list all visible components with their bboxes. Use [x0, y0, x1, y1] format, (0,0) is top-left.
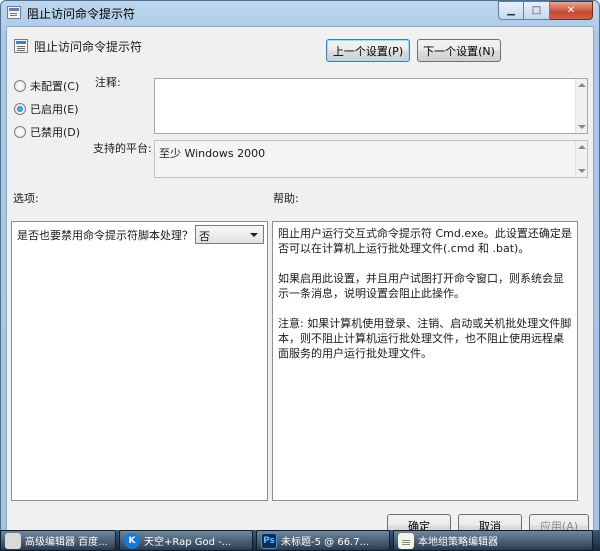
comment-scrollbar[interactable] [575, 79, 587, 133]
maximize-button[interactable]: □ [524, 1, 550, 20]
close-icon: ✕ [566, 5, 576, 16]
setting-title: 阻止访问命令提示符 [34, 40, 143, 54]
taskbar-item-label: 本地组策略编辑器 [418, 537, 498, 548]
help-label: 帮助: [273, 192, 299, 205]
window-title: 阻止访问命令提示符 [27, 7, 136, 21]
title-bar[interactable]: 阻止访问命令提示符 ▁ □ ✕ [1, 1, 599, 25]
close-button[interactable]: ✕ [550, 1, 593, 20]
radio-selected-icon [14, 103, 26, 115]
chevron-down-icon [250, 233, 258, 237]
taskbar-item-photoshop[interactable]: Ps 未标题-5 @ 66.7... [256, 530, 390, 551]
radio-not-configured[interactable]: 未配置(C) [14, 78, 79, 94]
scroll-up-icon[interactable] [578, 83, 586, 87]
comment-label: 注释: [95, 76, 121, 89]
taskbar-item-group-policy[interactable]: 本地组策略编辑器 [393, 530, 593, 551]
taskbar-item-editor[interactable]: 高级编辑器 百度... [0, 530, 116, 551]
minimize-button[interactable]: ▁ [498, 1, 524, 20]
help-panel: 阻止用户运行交互式命令提示符 Cmd.exe。此设置还确定是否可以在计算机上运行… [272, 221, 578, 501]
radio-circle-icon [14, 126, 26, 138]
options-panel: 是否也要禁用命令提示符脚本处理？ 否 [11, 221, 268, 501]
window-controls: ▁ □ ✕ [498, 1, 593, 20]
dialog-client-area: 阻止访问命令提示符 上一个设置(P) 下一个设置(N) 未配置(C) 已启用(E… [6, 26, 594, 538]
help-scrollbar[interactable] [578, 221, 588, 501]
disable-script-label: 是否也要禁用命令提示符脚本处理？ [17, 229, 193, 242]
help-paragraph: 注意: 如果计算机使用登录、注销、启动或关机批处理文件脚本，则不阻止计算机运行批… [278, 317, 572, 360]
disable-script-value: 否 [199, 230, 210, 243]
setting-icon [14, 39, 28, 53]
previous-setting-button[interactable]: 上一个设置(P) [326, 39, 410, 62]
minimize-icon: ▁ [507, 5, 515, 16]
radio-enabled-label: 已启用(E) [30, 103, 79, 116]
scroll-down-icon[interactable] [578, 125, 586, 129]
scroll-down-icon[interactable] [578, 169, 586, 173]
taskbar: 高级编辑器 百度... K 天空+Rap God -... Ps 未标题-5 @… [0, 530, 600, 551]
editor-icon [5, 532, 21, 549]
taskbar-item-label: 天空+Rap God -... [144, 537, 232, 548]
next-setting-button[interactable]: 下一个设置(N) [417, 39, 501, 62]
disable-script-select[interactable]: 否 [195, 225, 264, 244]
radio-circle-icon [14, 80, 26, 92]
taskbar-item-label: 高级编辑器 百度... [25, 537, 108, 548]
photoshop-icon: Ps [261, 532, 277, 549]
platform-scrollbar[interactable] [575, 141, 587, 177]
document-icon [398, 532, 414, 549]
scroll-up-icon[interactable] [578, 145, 586, 149]
radio-disabled-label: 已禁用(D) [30, 126, 81, 139]
maximize-icon: □ [531, 5, 542, 16]
radio-not-configured-label: 未配置(C) [30, 80, 80, 93]
platform-label: 支持的平台: [93, 142, 152, 155]
options-label: 选项: [13, 192, 39, 205]
policy-dialog-window: 阻止访问命令提示符 ▁ □ ✕ 阻止访问命令提示符 上一个设置(P) 下一个设置… [0, 0, 600, 538]
platform-field: 至少 Windows 2000 [154, 140, 588, 178]
taskbar-item-label: 未标题-5 @ 66.7... [281, 537, 370, 548]
policy-icon [7, 6, 21, 19]
comment-field[interactable] [154, 78, 588, 134]
platform-value: 至少 Windows 2000 [159, 147, 266, 160]
radio-enabled[interactable]: 已启用(E) [14, 101, 79, 117]
taskbar-item-music[interactable]: K 天空+Rap God -... [119, 530, 253, 551]
help-paragraph: 阻止用户运行交互式命令提示符 Cmd.exe。此设置还确定是否可以在计算机上运行… [278, 227, 572, 255]
help-paragraph: 如果启用此设置，并且用户试图打开命令窗口，则系统会显示一条消息，说明设置会阻止此… [278, 272, 564, 300]
kugou-icon: K [124, 532, 140, 549]
radio-disabled[interactable]: 已禁用(D) [14, 124, 80, 140]
